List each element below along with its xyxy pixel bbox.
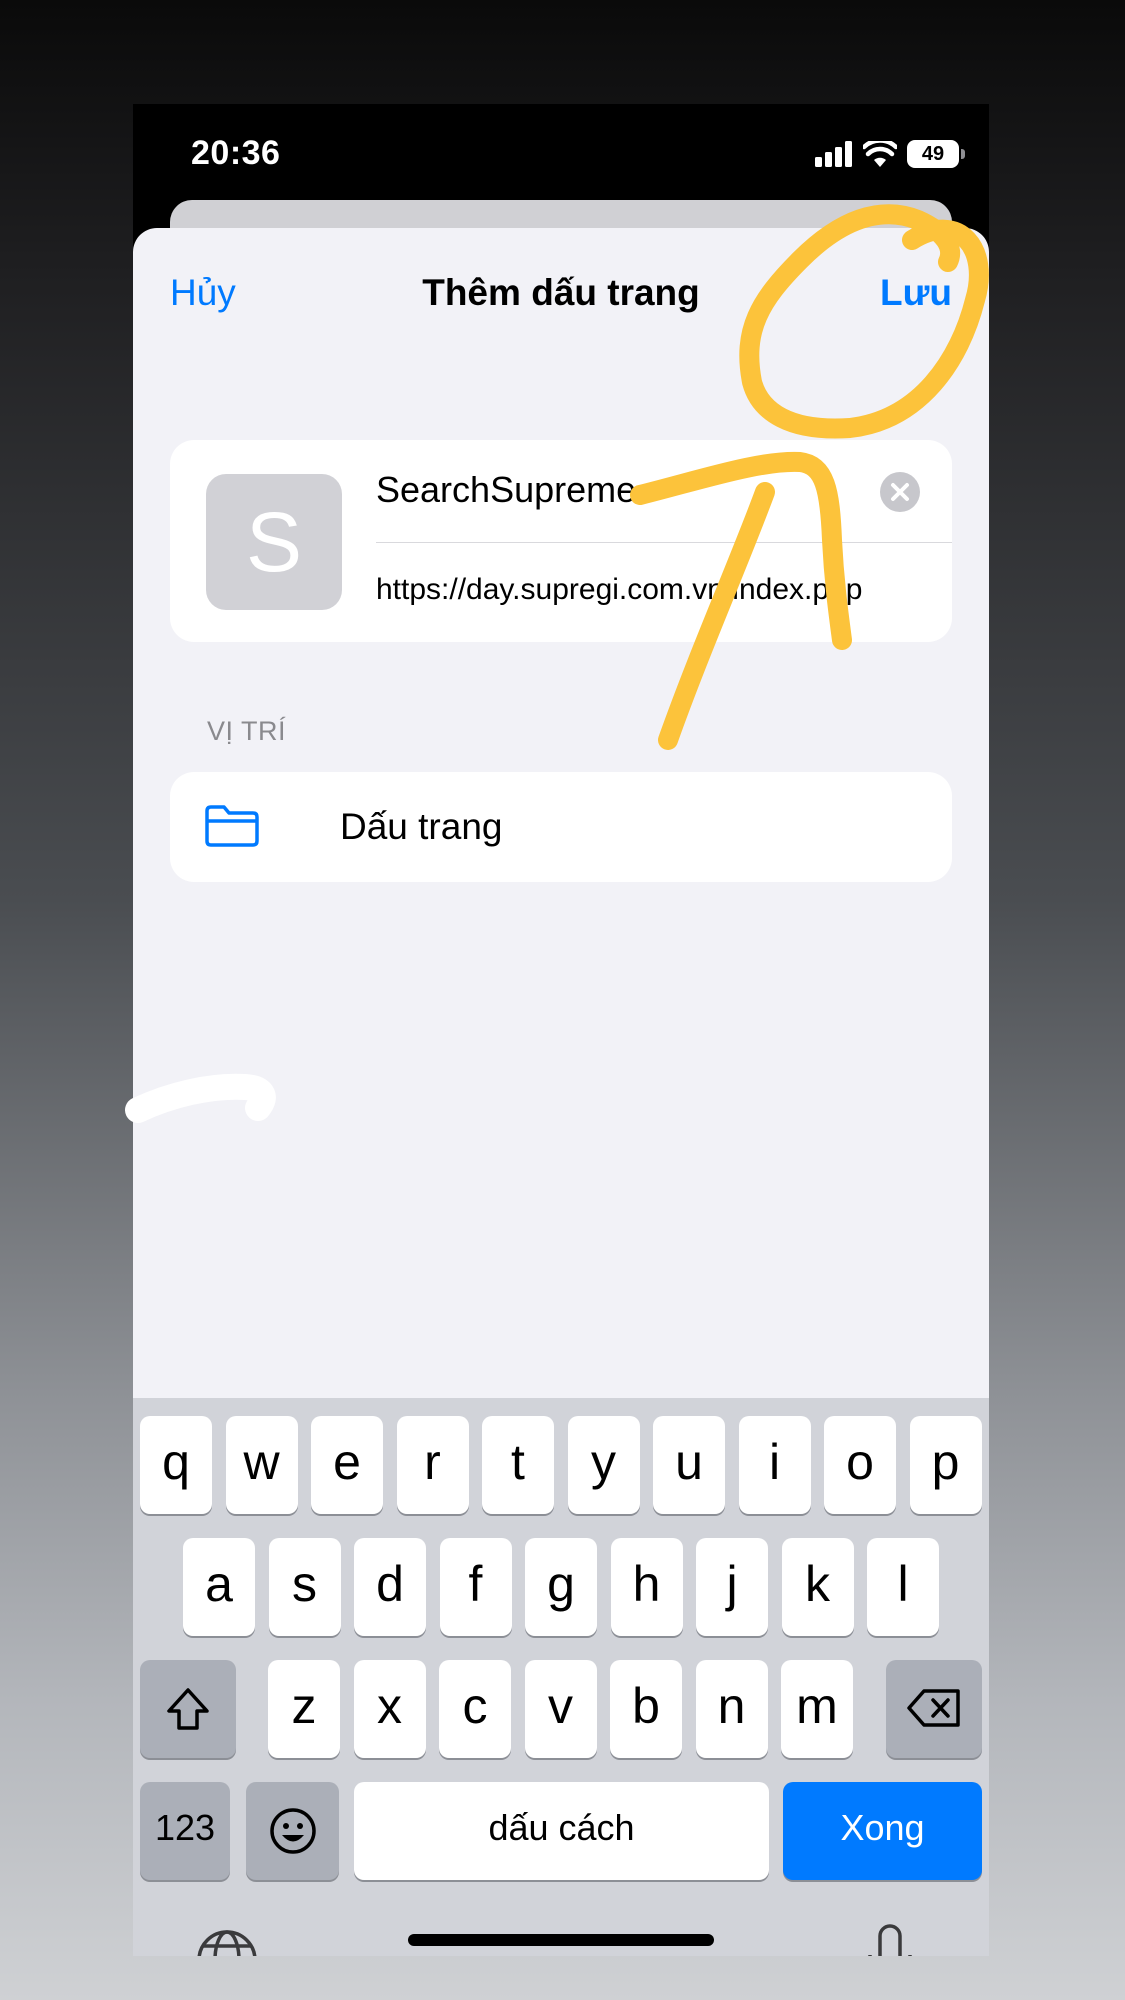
- key-b[interactable]: b: [610, 1660, 682, 1758]
- microphone-icon: [868, 1924, 912, 1956]
- bookmark-title-field[interactable]: [376, 460, 876, 520]
- key-j[interactable]: j: [696, 1538, 768, 1636]
- keyboard: q w e r t y u i o p a s d f g h j k l z x c v b n m 123 dấu cách Xon…: [133, 1398, 989, 1956]
- status-time: 20:36: [191, 134, 281, 172]
- numbers-key[interactable]: 123: [140, 1782, 230, 1880]
- key-z[interactable]: z: [268, 1660, 340, 1758]
- key-t[interactable]: t: [482, 1416, 554, 1514]
- clear-icon: [891, 483, 909, 501]
- emoji-key[interactable]: [246, 1782, 339, 1880]
- globe-icon: [197, 1930, 257, 1956]
- key-i[interactable]: i: [738, 1416, 811, 1514]
- status-bar: 20:36 49: [133, 104, 989, 200]
- battery-level: 49: [921, 143, 945, 165]
- key-f[interactable]: f: [439, 1538, 512, 1636]
- key-a[interactable]: a: [183, 1538, 255, 1636]
- key-s[interactable]: s: [268, 1538, 341, 1636]
- location-section-label: VỊ TRÍ: [207, 716, 287, 746]
- key-q[interactable]: q: [140, 1416, 212, 1514]
- bookmark-url-field[interactable]: [376, 560, 936, 620]
- wifi-icon: [863, 141, 897, 167]
- emoji-icon: [269, 1808, 316, 1854]
- done-key[interactable]: Xong: [783, 1782, 982, 1880]
- microphone-button[interactable]: [865, 1923, 915, 1956]
- shift-key[interactable]: [140, 1660, 236, 1758]
- key-r[interactable]: r: [396, 1416, 469, 1514]
- status-icons: 49: [815, 138, 965, 170]
- key-l[interactable]: l: [867, 1538, 939, 1636]
- key-c[interactable]: c: [439, 1660, 511, 1758]
- folder-icon: [205, 805, 259, 847]
- key-p[interactable]: p: [909, 1416, 982, 1514]
- key-e[interactable]: e: [311, 1416, 383, 1514]
- key-h[interactable]: h: [610, 1538, 683, 1636]
- key-u[interactable]: u: [653, 1416, 725, 1514]
- key-v[interactable]: v: [524, 1660, 597, 1758]
- key-d[interactable]: d: [354, 1538, 426, 1636]
- bookmark-edit-card: S: [170, 440, 952, 642]
- nav-bar: Hủy Thêm dấu trang Lưu: [133, 228, 989, 348]
- add-bookmark-sheet: Hủy Thêm dấu trang Lưu S VỊ TRÍ Dấu tran…: [133, 228, 989, 1956]
- signal-icon: [815, 141, 852, 167]
- delete-icon: [907, 1689, 960, 1727]
- key-y[interactable]: y: [567, 1416, 640, 1514]
- location-folder-row[interactable]: Dấu trang: [170, 772, 952, 882]
- key-o[interactable]: o: [824, 1416, 896, 1514]
- shift-icon: [167, 1688, 209, 1730]
- site-favicon: S: [206, 474, 342, 610]
- key-g[interactable]: g: [525, 1538, 597, 1636]
- key-w[interactable]: w: [225, 1416, 298, 1514]
- folder-label: Dấu trang: [340, 806, 503, 847]
- key-m[interactable]: m: [781, 1660, 853, 1758]
- cancel-button[interactable]: Hủy: [170, 272, 236, 314]
- globe-button[interactable]: [195, 1928, 259, 1956]
- clear-title-button[interactable]: [880, 472, 920, 512]
- phone-screen: 20:36 49 Hủy Thêm dấu trang Lưu S Search…: [133, 104, 989, 1956]
- key-n[interactable]: n: [695, 1660, 768, 1758]
- battery-icon: 49: [907, 140, 965, 168]
- space-key[interactable]: dấu cách: [354, 1782, 769, 1880]
- save-button[interactable]: Lưu: [880, 272, 952, 314]
- field-divider: [376, 542, 952, 543]
- delete-key[interactable]: [886, 1660, 982, 1758]
- key-x[interactable]: x: [353, 1660, 426, 1758]
- sheet-title: Thêm dấu trang: [422, 272, 700, 313]
- key-k[interactable]: k: [781, 1538, 854, 1636]
- home-indicator[interactable]: [408, 1934, 714, 1946]
